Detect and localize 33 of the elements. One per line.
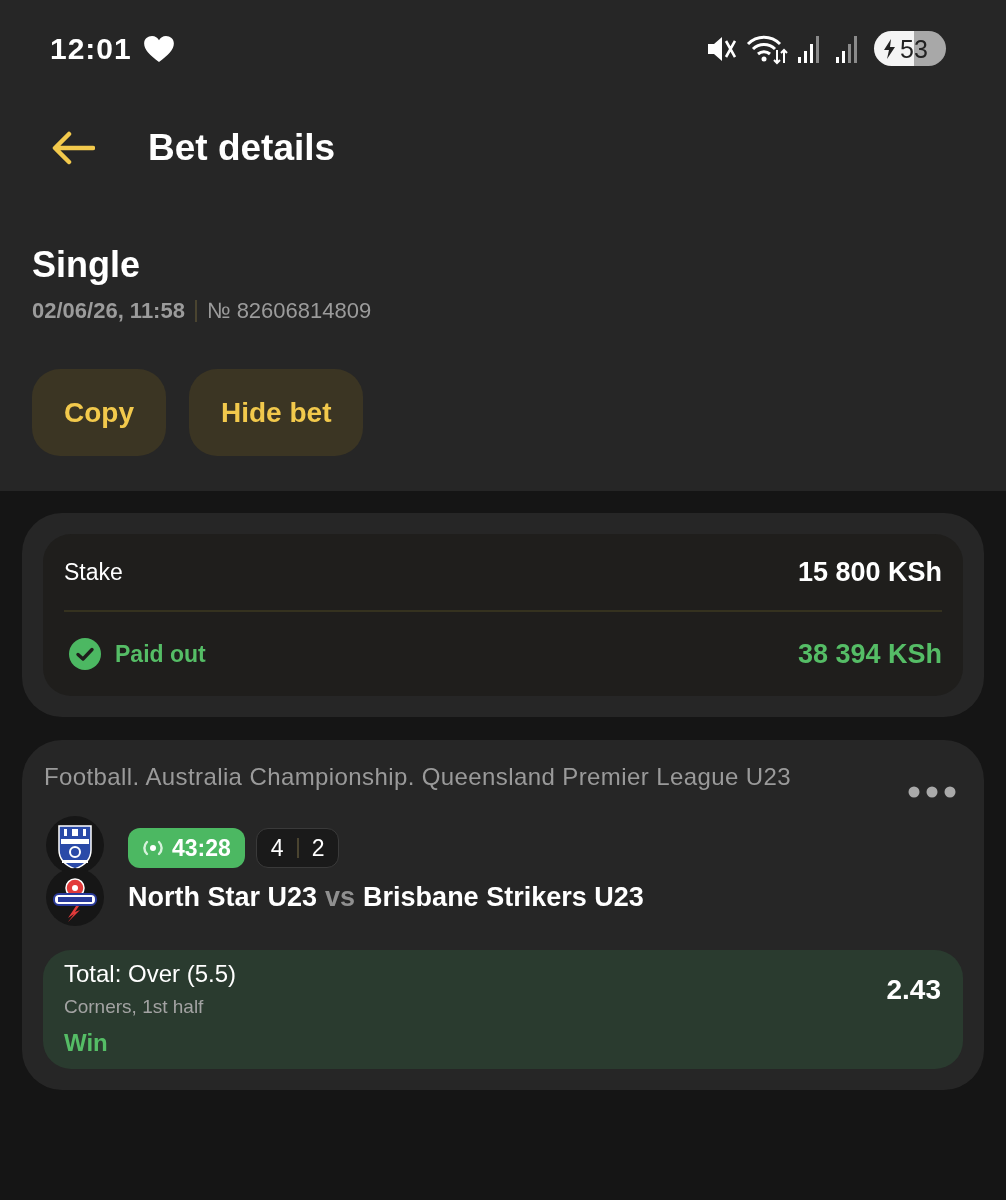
bet-date: 02/06/26, 11:58 [32,297,185,325]
payout-amount: 38 394 KSh [797,638,942,670]
away-team-name: Brisbane Strikers U23 [363,881,644,914]
back-arrow-icon[interactable] [52,131,95,165]
home-team-name: North Star U23 [128,881,318,914]
odds-value: 2.43 [886,973,941,1007]
bet-result: Win [64,1029,108,1057]
heart-icon [143,35,174,62]
payout-status: Paid out [115,640,206,668]
clock-time: 12:01 [50,30,132,67]
bet-type: Single [32,243,141,287]
shield-logo-icon [46,816,104,874]
check-circle-icon [69,638,101,670]
live-broadcast-icon [142,839,164,857]
page-title: Bet details [148,126,336,170]
signal-icon [798,34,822,63]
action-button[interactable]: Copy [32,369,166,456]
score-value: 2 [311,834,325,862]
market-detail: Corners, 1st half [64,995,204,1019]
charging-bolt-icon [883,38,896,59]
score-value: 4 [270,834,284,862]
stake-label: Stake [64,558,123,586]
ball-logo-icon [46,868,104,926]
battery-percent: 53 [900,33,928,64]
versus-label: vs [325,881,356,914]
live-time: 43:28 [172,834,231,862]
bet-number: № 82606814809 [206,297,372,325]
more-icon[interactable] [908,786,956,798]
action-button[interactable]: Hide bet [189,369,364,456]
signal-icon [836,34,860,63]
league-name: Football. Australia Championship. Queensland Premier League U23 [44,763,791,791]
market-name: Total: Over (5.5) [64,960,237,988]
stake-amount: 15 800 KSh [797,556,942,588]
